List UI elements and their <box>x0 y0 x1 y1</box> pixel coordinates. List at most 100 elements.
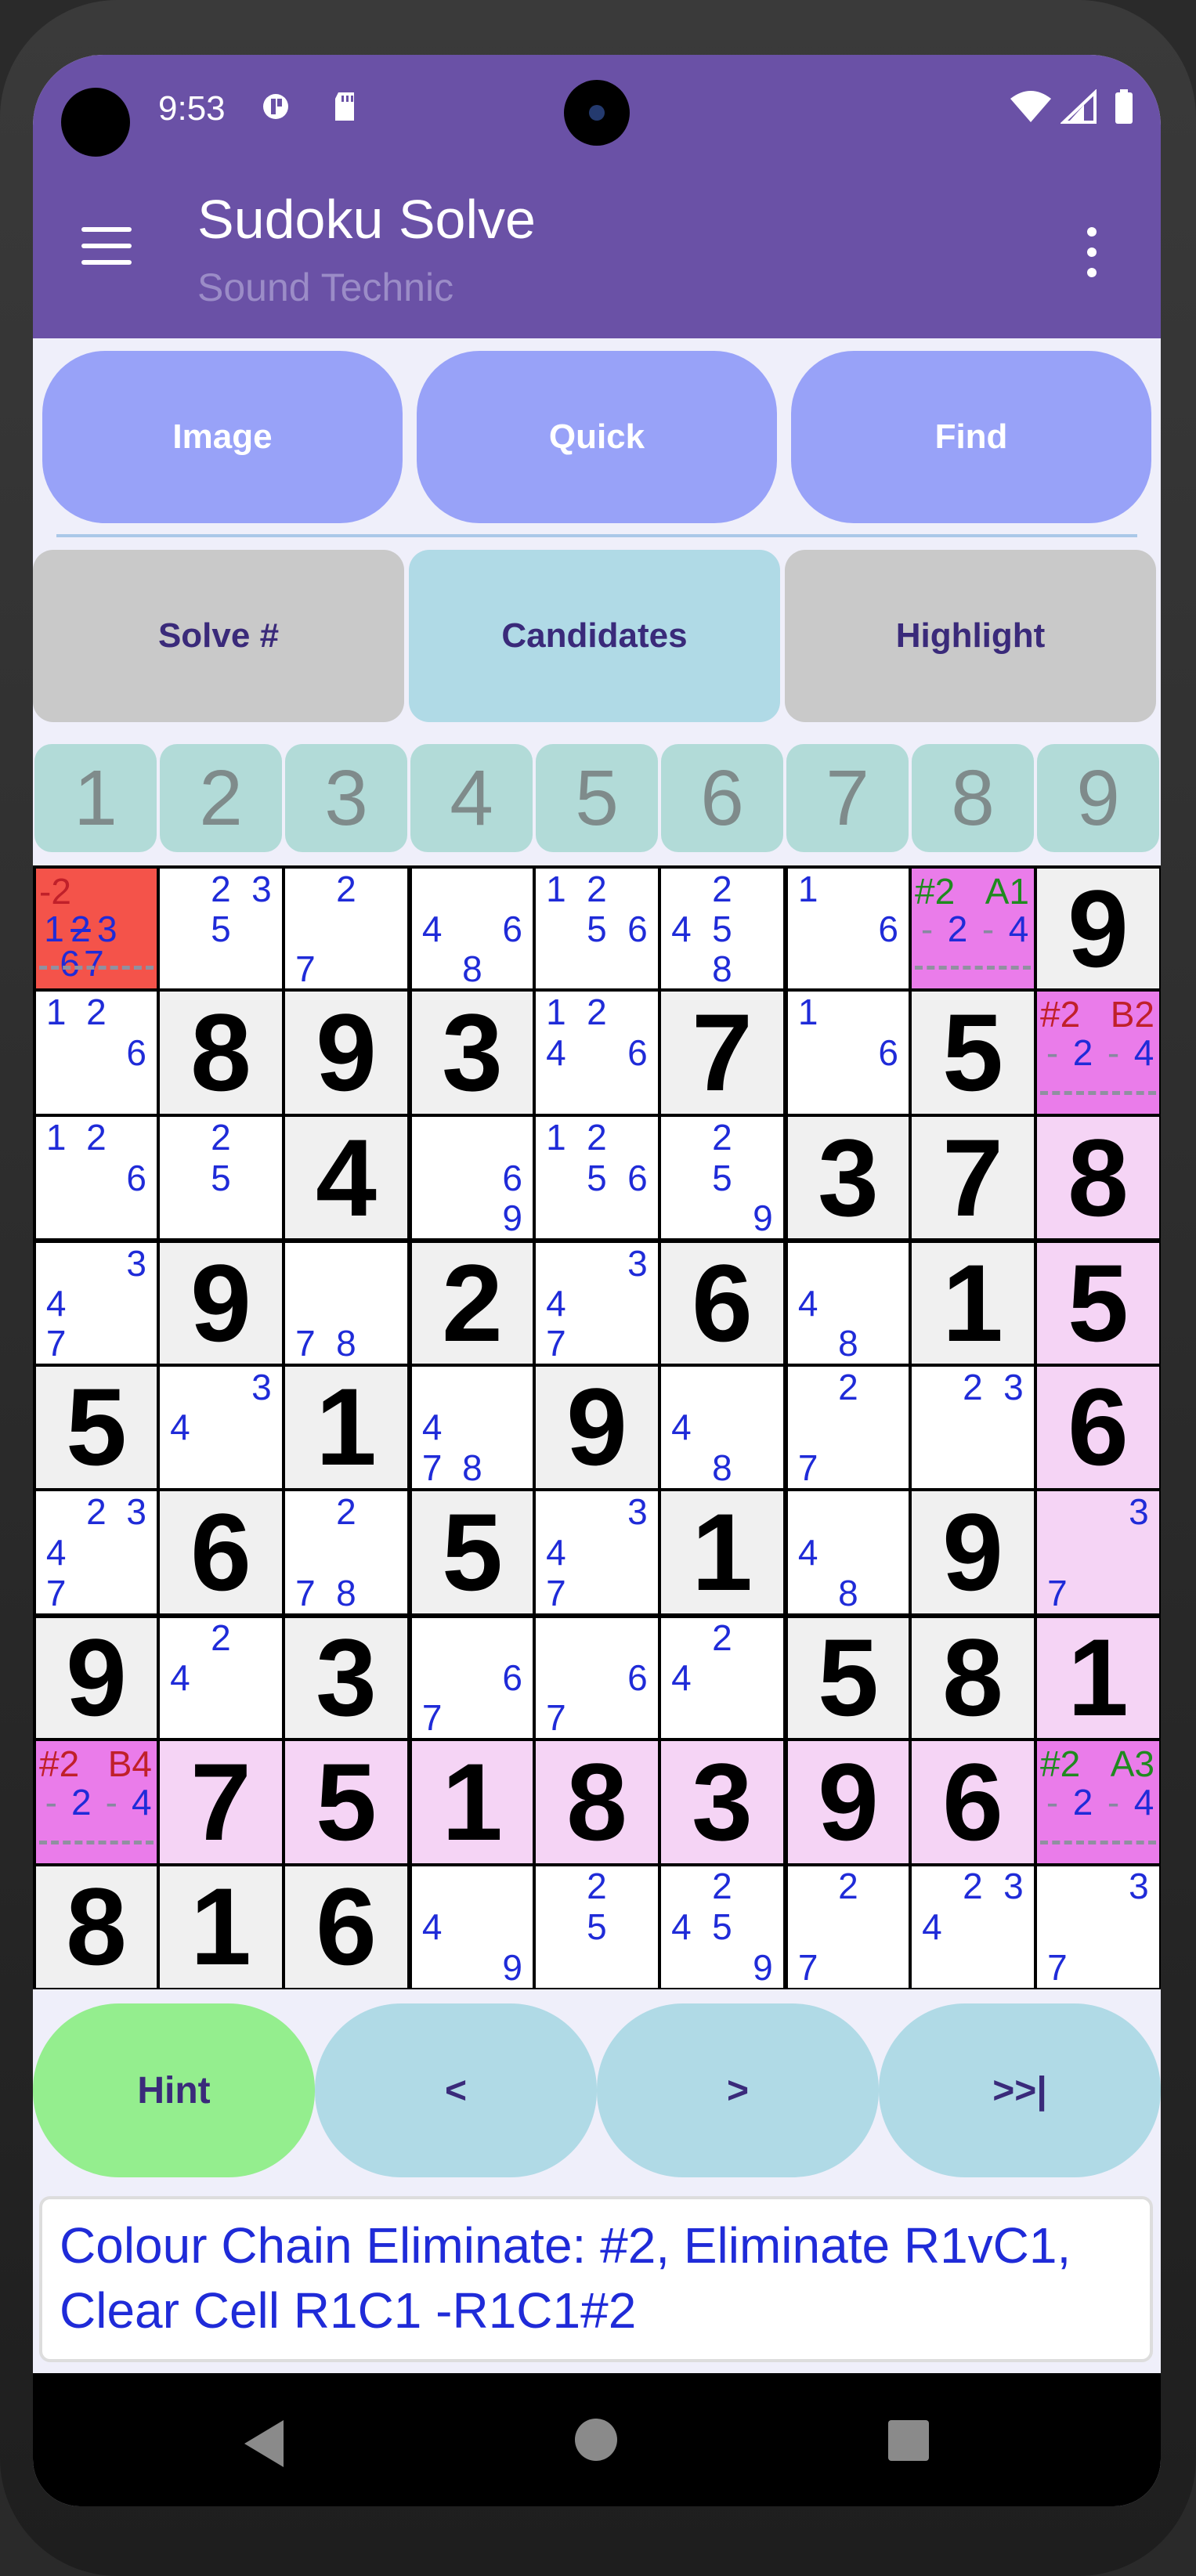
cell-r9c2[interactable]: 1 <box>160 1866 282 1988</box>
cell-r3c6[interactable]: 259 <box>661 1116 783 1239</box>
cell-r2c8[interactable]: 5 <box>912 992 1034 1114</box>
candidates-button[interactable]: Candidates <box>409 550 780 722</box>
cell-r2c4[interactable]: 3 <box>412 992 533 1114</box>
cell-r9c4[interactable]: 49 <box>412 1866 533 1988</box>
cell-r9c5[interactable]: 25 <box>536 1866 658 1988</box>
cell-r2c7[interactable]: 16 <box>788 992 909 1114</box>
cell-r8c9[interactable]: #2 A3-2-4 <box>1037 1741 1159 1863</box>
more-vert-icon[interactable] <box>1082 227 1101 282</box>
cell-r5c7[interactable]: 27 <box>788 1366 909 1489</box>
cell-r3c8[interactable]: 7 <box>912 1116 1034 1239</box>
cell-r1c5[interactable]: 1256 <box>536 869 658 989</box>
cell-r2c1[interactable]: 126 <box>36 992 157 1114</box>
cell-r4c4[interactable]: 2 <box>412 1243 533 1364</box>
cell-r7c4[interactable]: 67 <box>412 1617 533 1739</box>
cell-r1c7[interactable]: 16 <box>788 869 909 989</box>
number-button-5[interactable]: 5 <box>536 744 658 852</box>
cell-r9c9[interactable]: 37 <box>1037 1866 1159 1988</box>
find-button[interactable]: Find <box>791 351 1151 523</box>
cell-r8c6[interactable]: 3 <box>661 1741 783 1863</box>
number-button-6[interactable]: 6 <box>661 744 783 852</box>
cell-r4c2[interactable]: 9 <box>160 1243 282 1364</box>
cell-r7c7[interactable]: 5 <box>788 1617 909 1739</box>
cell-r2c9[interactable]: #2 B2-2-4 <box>1037 992 1159 1114</box>
nav-recents-icon[interactable] <box>888 2420 929 2461</box>
cell-r6c3[interactable]: 278 <box>285 1491 407 1613</box>
cell-r1c4[interactable]: 4 68 <box>412 869 533 989</box>
cell-r5c6[interactable]: 48 <box>661 1366 783 1489</box>
cell-r8c7[interactable]: 9 <box>788 1741 909 1863</box>
cell-r4c9[interactable]: 5 <box>1037 1243 1159 1364</box>
hamburger-menu-icon[interactable] <box>81 227 132 265</box>
next-button[interactable]: > <box>597 2003 879 2177</box>
cell-r1c6[interactable]: 2458 <box>661 869 783 989</box>
number-button-9[interactable]: 9 <box>1037 744 1159 852</box>
cell-r1c1[interactable]: -2 1 2 3 6 7 <box>36 869 157 989</box>
cell-r7c3[interactable]: 3 <box>285 1617 407 1739</box>
cell-r2c5[interactable]: 124 6 <box>536 992 658 1114</box>
cell-r5c4[interactable]: 478 <box>412 1366 533 1489</box>
previous-button[interactable]: < <box>315 2003 597 2177</box>
cell-r7c2[interactable]: 24 <box>160 1617 282 1739</box>
cell-r1c8[interactable]: #2 A1-2-4 <box>912 869 1034 989</box>
cell-r5c5[interactable]: 9 <box>536 1366 658 1489</box>
cell-r5c1[interactable]: 5 <box>36 1366 157 1489</box>
cell-r3c9[interactable]: 8 <box>1037 1116 1159 1239</box>
cell-r3c2[interactable]: 25 <box>160 1116 282 1239</box>
cell-r8c8[interactable]: 6 <box>912 1741 1034 1863</box>
cell-r3c5[interactable]: 1256 <box>536 1116 658 1239</box>
cell-r8c4[interactable]: 1 <box>412 1741 533 1863</box>
solve-number-button[interactable]: Solve # <box>33 550 404 722</box>
cell-r6c9[interactable]: 37 <box>1037 1491 1159 1613</box>
cell-r5c2[interactable]: 34 <box>160 1366 282 1489</box>
nav-home-icon[interactable] <box>575 2419 617 2461</box>
cell-r9c6[interactable]: 2459 <box>661 1866 783 1988</box>
number-button-3[interactable]: 3 <box>285 744 407 852</box>
cell-r9c7[interactable]: 27 <box>788 1866 909 1988</box>
cell-r7c9[interactable]: 1 <box>1037 1617 1159 1739</box>
highlight-button[interactable]: Highlight <box>785 550 1156 722</box>
cell-r2c6[interactable]: 7 <box>661 992 783 1114</box>
cell-r2c2[interactable]: 8 <box>160 992 282 1114</box>
cell-r5c8[interactable]: 23 <box>912 1366 1034 1489</box>
cell-r8c1[interactable]: #2 B4-2-4 <box>36 1741 157 1863</box>
cell-r6c1[interactable]: 23 47 <box>36 1491 157 1613</box>
number-button-1[interactable]: 1 <box>34 744 157 852</box>
cell-r4c5[interactable]: 3 47 <box>536 1243 658 1364</box>
cell-r1c3[interactable]: 27 <box>285 869 407 989</box>
cell-r4c3[interactable]: 78 <box>285 1243 407 1364</box>
cell-r8c5[interactable]: 8 <box>536 1741 658 1863</box>
cell-r6c8[interactable]: 9 <box>912 1491 1034 1613</box>
number-button-7[interactable]: 7 <box>786 744 909 852</box>
number-button-2[interactable]: 2 <box>160 744 282 852</box>
cell-r5c3[interactable]: 1 <box>285 1366 407 1489</box>
cell-r7c6[interactable]: 24 <box>661 1617 783 1739</box>
cell-r9c1[interactable]: 8 <box>36 1866 157 1988</box>
cell-r3c3[interactable]: 4 <box>285 1116 407 1239</box>
quick-button[interactable]: Quick <box>417 351 777 523</box>
cell-r7c1[interactable]: 9 <box>36 1617 157 1739</box>
cell-r1c2[interactable]: 235 <box>160 869 282 989</box>
cell-r8c2[interactable]: 7 <box>160 1741 282 1863</box>
cell-r6c6[interactable]: 1 <box>661 1491 783 1613</box>
skip-to-end-button[interactable]: >>| <box>879 2003 1161 2177</box>
number-button-8[interactable]: 8 <box>912 744 1034 852</box>
cell-r4c1[interactable]: 3 47 <box>36 1243 157 1364</box>
cell-r8c3[interactable]: 5 <box>285 1741 407 1863</box>
image-button[interactable]: Image <box>42 351 403 523</box>
cell-r4c7[interactable]: 48 <box>788 1243 909 1364</box>
cell-r4c6[interactable]: 6 <box>661 1243 783 1364</box>
cell-r9c3[interactable]: 6 <box>285 1866 407 1988</box>
hint-button[interactable]: Hint <box>33 2003 315 2177</box>
cell-r6c4[interactable]: 5 <box>412 1491 533 1613</box>
cell-r6c2[interactable]: 6 <box>160 1491 282 1613</box>
cell-r3c7[interactable]: 3 <box>788 1116 909 1239</box>
cell-r4c8[interactable]: 1 <box>912 1243 1034 1364</box>
cell-r7c8[interactable]: 8 <box>912 1617 1034 1739</box>
cell-r3c4[interactable]: 69 <box>412 1116 533 1239</box>
cell-r7c5[interactable]: 67 <box>536 1617 658 1739</box>
cell-r6c7[interactable]: 48 <box>788 1491 909 1613</box>
cell-r1c9[interactable]: 9 <box>1037 869 1159 989</box>
cell-r5c9[interactable]: 6 <box>1037 1366 1159 1489</box>
number-button-4[interactable]: 4 <box>410 744 533 852</box>
